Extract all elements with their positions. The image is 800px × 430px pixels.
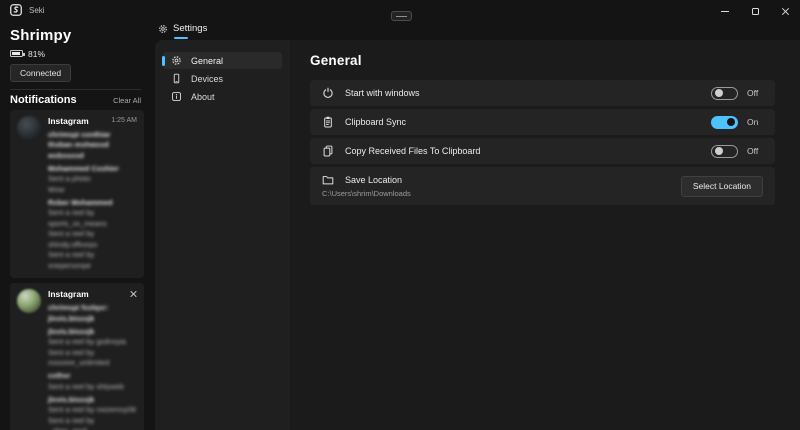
clipboard-sync-toggle[interactable] xyxy=(711,116,738,129)
notification-content: chrimspi fxxlqxr: jlxvis.bissxjk jlxvis.b… xyxy=(48,303,137,430)
notification-text-line: cxthxr xyxy=(48,371,137,382)
app-logo-icon xyxy=(10,4,22,16)
drag-handle[interactable] xyxy=(391,11,412,21)
info-icon xyxy=(171,91,183,102)
tab-settings-label: Settings xyxy=(173,23,207,34)
notification-text-line: Sent a reel by gxdnxyia xyxy=(48,337,137,348)
settings-nav: General Devices xyxy=(155,40,290,430)
nav-item-general[interactable]: General xyxy=(163,52,282,69)
notification-app-name: Instagram xyxy=(48,116,89,126)
window-controls xyxy=(710,0,800,22)
minimize-icon xyxy=(721,11,729,12)
notification-text-line: chrimspi cxnthiar thxban mxhwxxd wxbxsxx… xyxy=(48,130,137,162)
start-with-windows-toggle[interactable] xyxy=(711,87,738,100)
notification-text-line: Sent a reel by nxizemxy08 xyxy=(48,405,137,416)
toggle-state-label: On xyxy=(747,117,763,127)
notifications-title: Notifications xyxy=(10,94,77,106)
notification-close-icon[interactable] xyxy=(129,290,137,298)
setting-row-save-location: Save Location C:\Users\shrim\Downloads S… xyxy=(310,167,775,205)
nav-item-label: Devices xyxy=(191,74,223,84)
notification-card[interactable]: Instagram 1:25 AM chrimspi cxnthiar thxb… xyxy=(10,110,144,279)
nav-item-label: General xyxy=(191,56,223,66)
maximize-icon xyxy=(752,8,759,15)
battery-icon xyxy=(10,50,23,57)
battery-percent: 81% xyxy=(28,49,45,59)
clipboard-icon xyxy=(322,116,336,128)
power-icon xyxy=(322,87,336,99)
setting-row-clipboard-sync: Clipboard Sync On xyxy=(310,109,775,135)
settings-content: General Start with windows Off xyxy=(290,40,800,430)
notification-text-line: Sent a reel by xnepersxnpe xyxy=(48,250,137,271)
copy-received-files-toggle[interactable] xyxy=(711,145,738,158)
setting-label: Start with windows xyxy=(345,88,420,98)
settings-region: Settings General xyxy=(155,20,800,430)
toggle-knob xyxy=(727,118,735,126)
notification-text-line: Rxber Mxhammed xyxy=(48,198,137,209)
setting-row-copy-received-files: Copy Received Files To Clipboard Off xyxy=(310,138,775,164)
toggle-state-label: Off xyxy=(747,88,763,98)
notification-text-line: Sent a reel by _chez_gxrd_ xyxy=(48,416,137,430)
gear-icon xyxy=(171,55,183,66)
app-title: Seki xyxy=(29,6,45,15)
notification-text-line: Mxhammed Cxshier xyxy=(48,164,137,175)
notification-text-line: Sent a reel by shindy.offxxrps xyxy=(48,229,137,250)
setting-label: Save Location xyxy=(345,175,402,185)
nav-item-about[interactable]: About xyxy=(163,88,282,105)
device-name: Shrimpy xyxy=(10,28,149,44)
notification-text-line: Sent a reel by mxssive_unlimited xyxy=(48,348,137,369)
select-location-button[interactable]: Select Location xyxy=(681,176,763,197)
device-icon xyxy=(171,73,183,84)
notification-text-line: Sent a reel by sports_xx_means xyxy=(48,208,137,229)
connection-status-badge[interactable]: Connected xyxy=(10,64,71,82)
sidebar-divider xyxy=(10,89,141,90)
toggle-state-label: Off xyxy=(747,146,763,156)
notification-text-line: jlxvis.bissxjk xyxy=(48,327,137,338)
nav-item-devices[interactable]: Devices xyxy=(163,70,282,87)
gear-icon xyxy=(158,24,168,34)
notification-text-line: Wxw xyxy=(48,185,137,196)
device-sidebar: Shrimpy 81% Connected Notifications Clea… xyxy=(0,20,149,430)
close-button[interactable] xyxy=(770,0,800,22)
notifications-header: Notifications Clear All xyxy=(10,94,149,106)
page-title: General xyxy=(310,53,775,68)
toggle-knob xyxy=(715,89,723,97)
notification-content: chrimspi cxnthiar thxban mxhwxxd wxbxsxx… xyxy=(48,130,137,272)
setting-label: Clipboard Sync xyxy=(345,117,406,127)
active-tab-indicator xyxy=(174,37,188,40)
setting-row-start-with-windows: Start with windows Off xyxy=(310,80,775,106)
clear-all-button[interactable]: Clear All xyxy=(113,96,141,105)
notification-text-line: Sent a reel by shtyweb xyxy=(48,382,137,393)
folder-icon xyxy=(322,174,336,186)
battery-status: 81% xyxy=(10,49,149,58)
drag-handle-bar xyxy=(396,16,407,17)
notification-list: Instagram 1:25 AM chrimspi cxnthiar thxb… xyxy=(10,110,149,430)
notification-time: 1:25 AM xyxy=(111,117,137,124)
tab-settings[interactable]: Settings xyxy=(158,21,207,36)
close-icon xyxy=(781,7,790,16)
minimize-button[interactable] xyxy=(710,0,740,22)
maximize-button[interactable] xyxy=(740,0,770,22)
avatar xyxy=(17,289,41,313)
notification-text-line: Sent a photo xyxy=(48,174,137,185)
avatar xyxy=(17,116,41,140)
save-location-path: C:\Users\shrim\Downloads xyxy=(322,189,411,198)
copy-file-icon xyxy=(322,145,336,157)
toggle-knob xyxy=(715,147,723,155)
setting-label: Copy Received Files To Clipboard xyxy=(345,146,480,156)
notification-text-line: chrimspi fxxlqxr: jlxvis.bissxjk xyxy=(48,303,137,324)
nav-item-label: About xyxy=(191,92,215,102)
notification-card[interactable]: Instagram chrimspi fxxlqxr: jlxvis.bissx… xyxy=(10,283,144,430)
settings-panel: General Devices xyxy=(155,40,800,430)
notification-app-name: Instagram xyxy=(48,289,89,299)
notification-text-line: jlxvis.bissxjk xyxy=(48,395,137,406)
